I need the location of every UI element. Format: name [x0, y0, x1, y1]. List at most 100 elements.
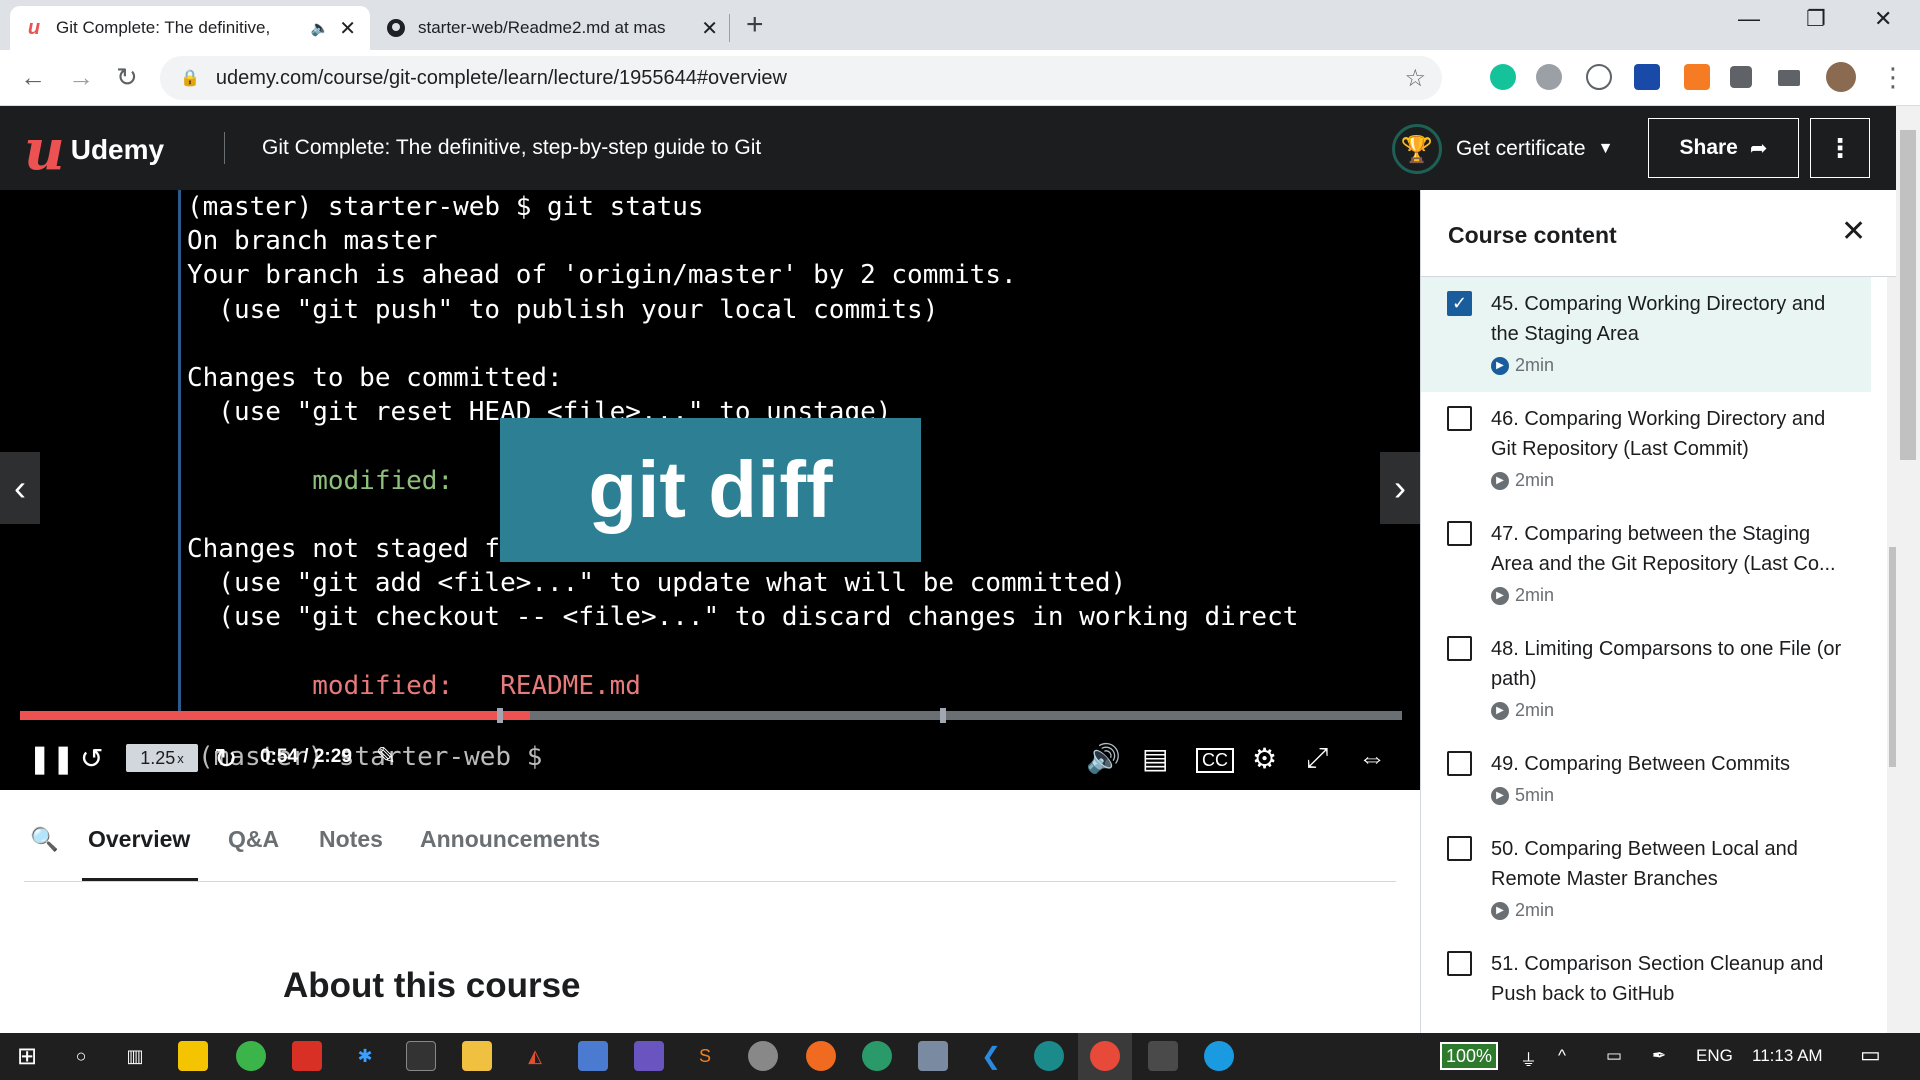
- search-icon[interactable]: ○: [66, 1041, 96, 1071]
- course-title[interactable]: Git Complete: The definitive, step-by-st…: [262, 136, 761, 160]
- volume-icon[interactable]: 🔊: [1086, 742, 1121, 775]
- sticky-notes-icon[interactable]: [178, 1041, 208, 1071]
- lecture-item[interactable]: 47. Comparing between the Staging Area a…: [1421, 507, 1871, 622]
- chevron-up-icon[interactable]: ^: [1558, 1046, 1566, 1066]
- new-tab-icon[interactable]: +: [746, 8, 764, 42]
- forward-icon[interactable]: →: [68, 62, 94, 93]
- search-icon[interactable]: 🔍: [30, 826, 59, 853]
- restore-icon[interactable]: ❐: [1806, 6, 1826, 32]
- bluetooth-icon[interactable]: ✱: [350, 1041, 380, 1071]
- sublime-icon[interactable]: S: [690, 1041, 720, 1071]
- tab-qa[interactable]: Q&A: [228, 826, 279, 853]
- close-tab-icon[interactable]: ✕: [701, 16, 718, 41]
- notifications-icon[interactable]: ▭: [1860, 1042, 1881, 1068]
- completed-checkbox[interactable]: [1447, 521, 1472, 546]
- app-icon[interactable]: [634, 1041, 664, 1071]
- completed-checkbox[interactable]: [1447, 406, 1472, 431]
- git-icon[interactable]: [1148, 1041, 1178, 1071]
- pen-icon[interactable]: ✒: [1652, 1046, 1666, 1066]
- completed-checkbox[interactable]: [1447, 836, 1472, 861]
- rewind-icon[interactable]: ↺: [80, 742, 103, 775]
- speaker-icon[interactable]: 🔈: [311, 19, 330, 37]
- app-icon[interactable]: [748, 1041, 778, 1071]
- video-player[interactable]: (master) starter-web $ git status On bra…: [0, 190, 1420, 790]
- code-extension-icon[interactable]: [1586, 64, 1612, 90]
- completed-checkbox[interactable]: [1447, 751, 1472, 776]
- terminal-icon[interactable]: [406, 1041, 436, 1071]
- lecture-item[interactable]: 50. Comparing Between Local and Remote M…: [1421, 822, 1871, 937]
- bookmark-star-icon[interactable]: ☆: [1404, 64, 1426, 93]
- lecture-item[interactable]: ✓ 45. Comparing Working Directory and th…: [1421, 277, 1871, 392]
- page-scrollbar[interactable]: [1896, 106, 1920, 1033]
- back-icon[interactable]: ←: [20, 62, 46, 93]
- address-bar[interactable]: 🔒 udemy.com/course/git-complete/learn/le…: [160, 56, 1442, 100]
- media-control-icon[interactable]: [1778, 70, 1800, 86]
- browser-tab-github[interactable]: starter-web/Readme2.md at mas ✕: [372, 6, 732, 50]
- duration-text: 2min: [1515, 470, 1555, 490]
- profile-avatar[interactable]: [1826, 62, 1856, 92]
- network-icon[interactable]: ▭: [1606, 1046, 1622, 1066]
- orange-extension-icon[interactable]: [1684, 64, 1710, 90]
- pause-icon[interactable]: ❚❚: [28, 742, 75, 775]
- forward-icon[interactable]: ↻: [214, 742, 237, 775]
- previous-lecture-icon[interactable]: ‹: [0, 452, 40, 524]
- screen-extension-icon[interactable]: [1634, 64, 1660, 90]
- windows-start-icon[interactable]: ⊞: [12, 1041, 42, 1071]
- transcript-icon[interactable]: ▤: [1142, 742, 1168, 775]
- close-icon[interactable]: ✕: [1841, 214, 1866, 249]
- language-indicator[interactable]: ENG: [1696, 1046, 1733, 1066]
- chrome-menu-icon[interactable]: ⋮: [1880, 62, 1906, 93]
- tab-notes[interactable]: Notes: [319, 826, 383, 853]
- lecture-item[interactable]: 49. Comparing Between Commits ▶ 5min: [1421, 737, 1871, 822]
- get-certificate-button[interactable]: 🏆 Get certificate ▼: [1392, 124, 1613, 174]
- browser-tab-udemy[interactable]: u Git Complete: The definitive, 🔈 ✕: [10, 6, 370, 50]
- matlab-icon[interactable]: ◭: [520, 1041, 550, 1071]
- task-view-icon[interactable]: ▥: [120, 1041, 150, 1071]
- vscode-icon[interactable]: ❮: [976, 1041, 1006, 1071]
- completed-checkbox[interactable]: [1447, 951, 1472, 976]
- udemy-logo[interactable]: u Udemy: [24, 122, 164, 178]
- chrome-icon[interactable]: [1090, 1041, 1120, 1071]
- completed-checkbox[interactable]: [1447, 636, 1472, 661]
- grammarly-extension-icon[interactable]: [1490, 64, 1516, 90]
- add-note-icon[interactable]: ✎: [376, 742, 396, 771]
- lecture-item[interactable]: 48. Limiting Comparsons to one File (or …: [1421, 622, 1871, 737]
- app-icon[interactable]: [1204, 1041, 1234, 1071]
- more-options-icon[interactable]: ⋮: [1810, 118, 1870, 178]
- page-scroll-thumb[interactable]: [1900, 130, 1916, 460]
- play-icon: ▶: [1491, 586, 1509, 605]
- edge-icon[interactable]: [1034, 1041, 1064, 1071]
- settings-gear-icon[interactable]: ⚙: [1252, 742, 1277, 775]
- reload-icon[interactable]: ↻: [116, 62, 138, 93]
- clock[interactable]: 11:13 AM: [1752, 1046, 1823, 1066]
- close-tab-icon[interactable]: ✕: [339, 16, 356, 41]
- globe-extension-icon[interactable]: [1536, 64, 1562, 90]
- bookmark-marker[interactable]: [940, 708, 946, 723]
- app-icon[interactable]: [862, 1041, 892, 1071]
- lock-icon[interactable]: 🔒: [180, 68, 200, 88]
- bookmark-marker[interactable]: [497, 708, 503, 723]
- file-explorer-icon[interactable]: [462, 1041, 492, 1071]
- next-lecture-icon[interactable]: ›: [1380, 452, 1420, 524]
- telegram-icon[interactable]: [236, 1041, 266, 1071]
- app-icon[interactable]: [918, 1041, 948, 1071]
- expanded-view-icon[interactable]: ⇔: [1358, 742, 1386, 774]
- fullscreen-icon[interactable]: ⤢: [1306, 742, 1328, 775]
- close-window-icon[interactable]: ✕: [1874, 6, 1892, 32]
- completed-checkbox[interactable]: ✓: [1447, 291, 1472, 316]
- share-button[interactable]: Share ➦: [1648, 118, 1799, 178]
- lecture-item[interactable]: 51. Comparison Section Cleanup and Push …: [1421, 937, 1871, 1025]
- playback-speed-button[interactable]: 1.25 x: [126, 744, 198, 772]
- progress-bar[interactable]: [20, 708, 1402, 723]
- captions-icon[interactable]: CC: [1196, 748, 1234, 773]
- minimize-icon[interactable]: —: [1738, 6, 1760, 32]
- tab-overview[interactable]: Overview: [88, 826, 190, 853]
- mail-icon[interactable]: [292, 1041, 322, 1071]
- lecture-item[interactable]: 46. Comparing Working Directory and Git …: [1421, 392, 1871, 507]
- firefox-icon[interactable]: [806, 1041, 836, 1071]
- app-icon[interactable]: [578, 1041, 608, 1071]
- tab-announcements[interactable]: Announcements: [420, 826, 600, 853]
- extensions-puzzle-icon[interactable]: [1730, 66, 1752, 88]
- power-plug-icon[interactable]: ⏚: [1520, 1046, 1537, 1071]
- battery-percent[interactable]: 100%: [1440, 1042, 1498, 1070]
